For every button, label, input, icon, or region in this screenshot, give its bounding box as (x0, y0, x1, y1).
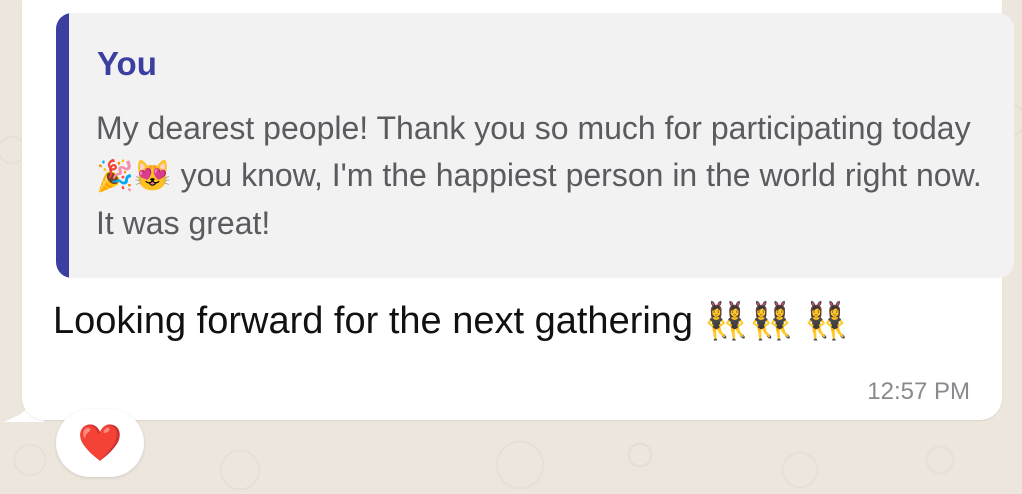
dancing-women-icons: 👯‍♀️👯‍♀️ 👯‍♀️ (703, 300, 849, 341)
quote-text-part2: you know, I'm the happiest person in the… (96, 157, 982, 241)
message-bubble[interactable]: You My dearest people! Thank you so much… (22, 0, 1014, 420)
quote-author: You (97, 45, 157, 82)
message-text: Looking forward for the next gathering 👯… (53, 296, 953, 346)
quote-accent-bar (56, 13, 69, 278)
message-body: Looking forward for the next gathering (53, 300, 704, 342)
message-timestamp: 12:57 PM (867, 378, 970, 405)
heart-eyes-cat-icon: 😻 (133, 159, 172, 193)
quoted-message[interactable]: You My dearest people! Thank you so much… (56, 13, 1014, 278)
quote-text-part1: My dearest people! Thank you so much for… (96, 110, 971, 146)
reaction-badge[interactable]: ❤️ (56, 409, 144, 477)
party-popper-icon: 🎉 (96, 159, 134, 193)
heart-icon: ❤️ (77, 422, 123, 463)
quote-text: My dearest people! Thank you so much for… (96, 105, 1001, 247)
